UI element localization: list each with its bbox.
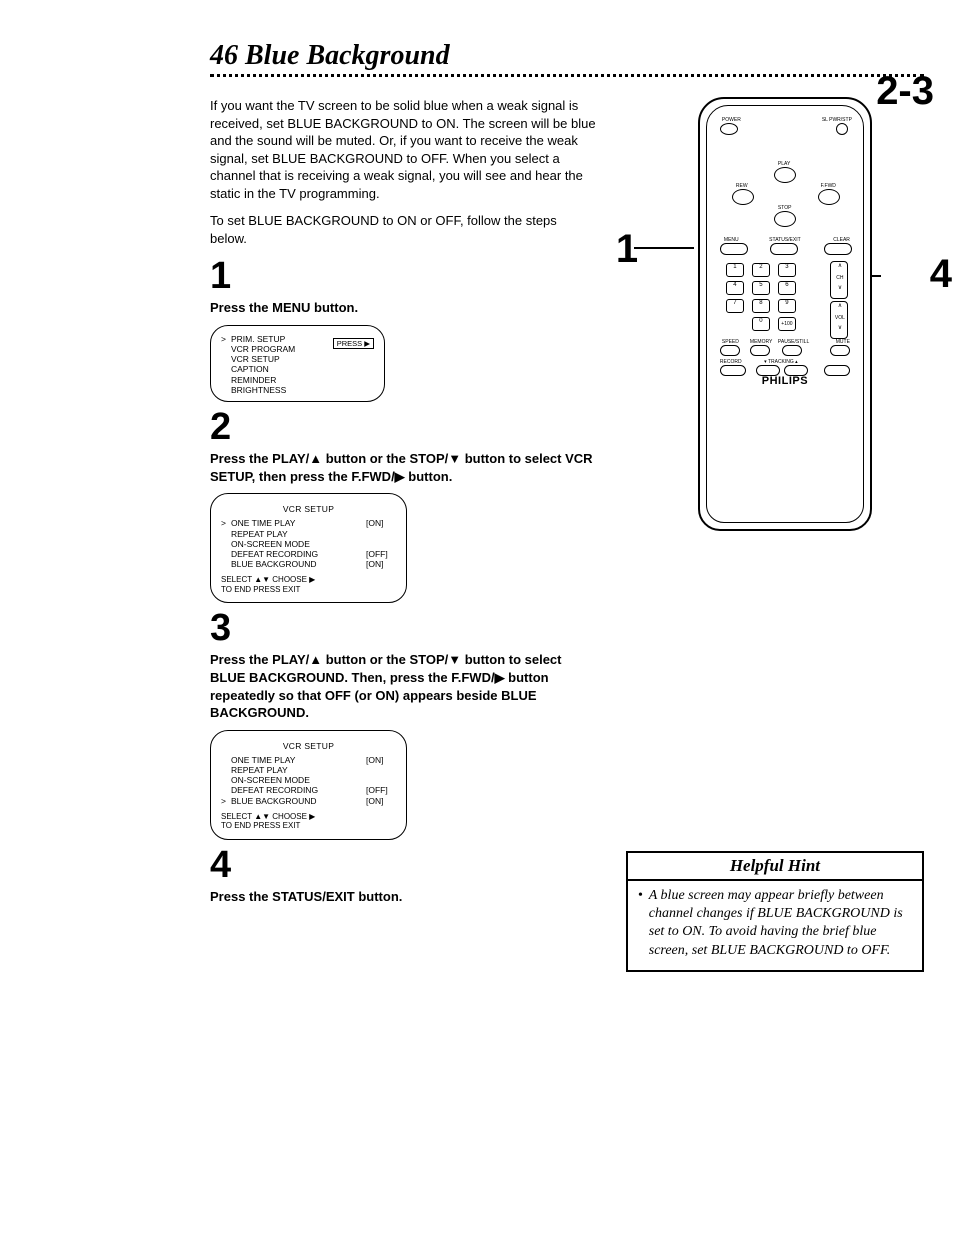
step-4-text: Press the STATUS/EXIT button. — [210, 888, 596, 906]
step-2-text: Press the PLAY/▲ button or the STOP/▼ bu… — [210, 450, 596, 485]
osd1-press-btn: PRESS ▶ — [333, 338, 374, 349]
hint-text: A blue screen may appear briefly between… — [649, 887, 912, 960]
ffwd-button[interactable] — [818, 189, 840, 205]
page-title-text: Blue Background — [245, 40, 450, 71]
num-1[interactable]: 1 — [726, 263, 744, 277]
intro-para-2: To set BLUE BACKGROUND to ON or OFF, fol… — [210, 212, 596, 247]
osd3-footer1: SELECT ▲▼ CHOOSE ▶ — [221, 812, 396, 822]
vol-down[interactable]: ∨ — [834, 325, 846, 335]
num-7[interactable]: 7 — [726, 299, 744, 313]
remote-brand: PHILIPS — [700, 375, 870, 387]
ch-up[interactable]: ∧ — [834, 263, 846, 273]
step-1-text: Press the MENU button. — [210, 299, 596, 317]
osd3-title: VCR SETUP — [221, 741, 396, 751]
osd-screen-2: VCR SETUP >ONE TIME PLAY[ON] REPEAT PLAY… — [210, 493, 407, 603]
vol-up[interactable]: ∧ — [834, 303, 846, 313]
speed-button[interactable] — [720, 345, 740, 356]
num-9[interactable]: 9 — [778, 299, 796, 313]
callout-4: 4 — [930, 252, 952, 297]
ch-label: CH — [834, 275, 846, 281]
osd2-footer1: SELECT ▲▼ CHOOSE ▶ — [221, 575, 396, 585]
hint-body: • A blue screen may appear briefly betwe… — [628, 881, 922, 970]
osd2-footer2: TO END PRESS EXIT — [221, 585, 396, 595]
right-column: 2-3 1 4 POWER SL PWR/STP PLAY REW F.FWD — [626, 97, 924, 972]
play-button[interactable] — [774, 167, 796, 183]
num-3[interactable]: 3 — [778, 263, 796, 277]
ch-down[interactable]: ∨ — [834, 285, 846, 295]
num-5[interactable]: 5 — [752, 281, 770, 295]
plus-100[interactable]: +100 — [778, 317, 796, 331]
power-button[interactable] — [720, 123, 738, 135]
step-4-number: 4 — [210, 846, 596, 884]
page-number: 46 — [210, 40, 238, 71]
callout-1: 1 — [616, 227, 638, 272]
stop-button[interactable] — [774, 211, 796, 227]
power-label: POWER — [722, 117, 741, 123]
clear-button[interactable] — [824, 243, 852, 255]
num-2[interactable]: 2 — [752, 263, 770, 277]
left-column: If you want the TV screen to be solid bl… — [210, 97, 596, 972]
mute-button[interactable] — [830, 345, 850, 356]
num-0[interactable]: 0 — [752, 317, 770, 331]
remote-diagram: 2-3 1 4 POWER SL PWR/STP PLAY REW F.FWD — [646, 97, 924, 531]
slpower-button[interactable] — [836, 123, 848, 135]
osd3-footer2: TO END PRESS EXIT — [221, 821, 396, 831]
osd-screen-3: VCR SETUP ONE TIME PLAY[ON] REPEAT PLAY … — [210, 730, 407, 840]
divider — [210, 74, 924, 77]
step-3-number: 3 — [210, 609, 596, 647]
vol-label: VOL — [833, 315, 847, 321]
osd-screen-1: PRESS ▶ >PRIM. SETUP VCR PROGRAM VCR SET… — [210, 325, 385, 402]
intro-para-1: If you want the TV screen to be solid bl… — [210, 97, 596, 202]
osd2-title: VCR SETUP — [221, 504, 396, 514]
menu-button[interactable] — [720, 243, 748, 255]
callout-2-3: 2-3 — [876, 69, 934, 114]
step-1-number: 1 — [210, 257, 596, 295]
num-6[interactable]: 6 — [778, 281, 796, 295]
hint-bullet-icon: • — [638, 887, 643, 960]
slpower-label: SL PWR/STP — [822, 117, 852, 123]
step-3-text: Press the PLAY/▲ button or the STOP/▼ bu… — [210, 651, 596, 721]
pause-button[interactable] — [782, 345, 802, 356]
remote-body: POWER SL PWR/STP PLAY REW F.FWD STOP MEN… — [698, 97, 872, 531]
hint-title: Helpful Hint — [628, 853, 922, 881]
page-title: 46 Blue Background — [210, 40, 924, 72]
memory-button[interactable] — [750, 345, 770, 356]
callout-line-1 — [634, 247, 694, 249]
num-8[interactable]: 8 — [752, 299, 770, 313]
helpful-hint-box: Helpful Hint • A blue screen may appear … — [626, 851, 924, 972]
num-4[interactable]: 4 — [726, 281, 744, 295]
rew-button[interactable] — [732, 189, 754, 205]
statusexit-button[interactable] — [770, 243, 798, 255]
step-2-number: 2 — [210, 408, 596, 446]
